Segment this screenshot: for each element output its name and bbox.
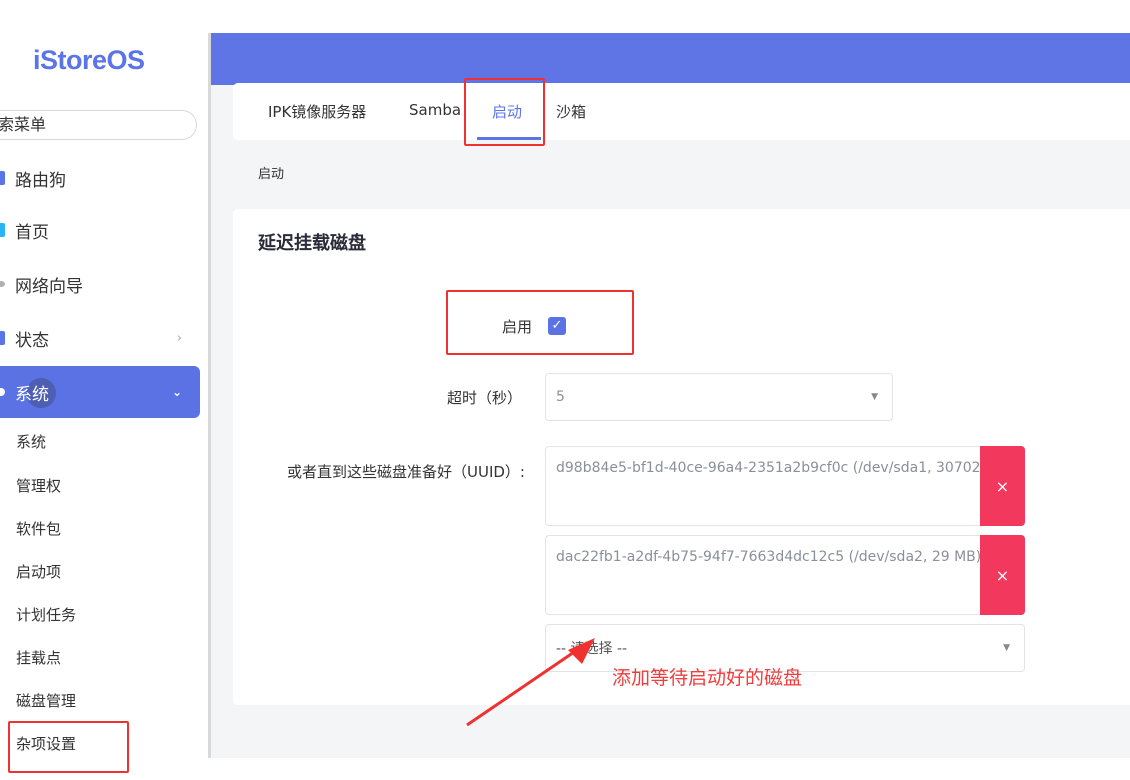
- app-root: iStoreOS 索菜单 路由狗 首页 网络向导 状态 › 系统 ⌄ 系统 管理…: [0, 0, 1130, 780]
- annotation-arrow: [466, 638, 595, 727]
- annotation-note: 添加等待启动好的磁盘: [612, 667, 803, 689]
